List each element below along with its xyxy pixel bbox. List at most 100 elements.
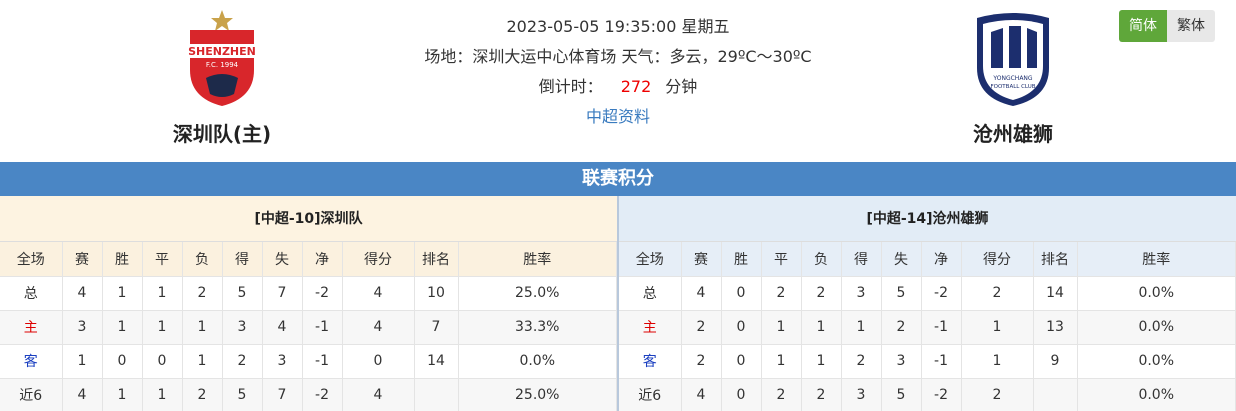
table-cell: 2: [182, 378, 223, 411]
table-cell: 3: [841, 378, 882, 411]
table-cell: 2: [222, 344, 263, 379]
table-cell: 4: [62, 378, 103, 411]
league-standings-title: 联赛积分: [0, 162, 1236, 196]
table-cell: 10: [414, 276, 459, 311]
match-datetime: 2023-05-05 19:35:00 星期五: [506, 17, 730, 36]
table-row: 主 3 1 1 1 3 4 -1 4 7 33.3%: [0, 310, 617, 345]
column-header: 赛: [62, 242, 103, 277]
table-cell: -1: [302, 344, 343, 379]
cangzhou-team-logo[interactable]: YONGCHANG FOOTBALL CLUB: [963, 8, 1063, 108]
home-standings-table: 全场赛胜平负得失净得分 排名 胜率 总 4 1 1 2 5 7 -2 4 10 25.0% 主 3 1 1 1 3 4…: [0, 242, 617, 411]
column-header: 净: [302, 242, 343, 277]
home-team[interactable]: SHENZHEN F.C. 1994 深圳队(主): [122, 8, 322, 147]
traditional-chinese-button[interactable]: 繁体: [1167, 10, 1215, 42]
match-info: 2023-05-05 19:35:00 星期五 场地：深圳大运中心体育场 天气：…: [368, 12, 868, 132]
table-cell: 1: [761, 344, 802, 379]
table-cell: 33.3%: [458, 310, 617, 345]
table-cell: 4: [342, 378, 415, 411]
table-cell: 25.0%: [458, 276, 617, 311]
table-cell: 9: [1033, 344, 1078, 379]
table-row: 客 1 0 0 1 2 3 -1 0 14 0.0%: [0, 344, 617, 379]
simplified-chinese-button[interactable]: 简体: [1119, 10, 1167, 42]
table-cell: 1: [841, 310, 882, 345]
away-team-name[interactable]: 沧州雄狮: [913, 118, 1113, 147]
table-cell: -1: [921, 344, 962, 379]
table-cell: 5: [222, 378, 263, 411]
table-cell: 1: [961, 310, 1034, 345]
table-cell: -2: [921, 378, 962, 411]
table-cell: 4: [681, 378, 722, 411]
table-cell: 2: [761, 378, 802, 411]
table-cell: 0: [721, 310, 762, 345]
table-cell: 3: [841, 276, 882, 311]
row-label: 总: [619, 276, 682, 311]
home-team-name[interactable]: 深圳队(主): [122, 118, 322, 147]
table-cell: 5: [881, 378, 922, 411]
league-info-link[interactable]: 中超资料: [586, 107, 650, 126]
column-header: 负: [182, 242, 223, 277]
column-header: 胜: [102, 242, 143, 277]
column-header: 得: [222, 242, 263, 277]
table-cell: 1: [761, 310, 802, 345]
table-cell: 25.0%: [458, 378, 617, 411]
table-header-row: 全场赛胜平负得失净得分 排名 胜率: [0, 242, 617, 277]
table-cell: 4: [342, 276, 415, 311]
table-cell: 0: [342, 344, 415, 379]
shenzhen-team-logo[interactable]: SHENZHEN F.C. 1994: [172, 8, 272, 108]
table-cell: [414, 378, 459, 411]
table-cell: 0.0%: [1077, 310, 1236, 345]
column-header: 全场: [0, 242, 63, 277]
table-cell: 4: [62, 276, 103, 311]
table-cell: 1: [102, 378, 143, 411]
table-cell: 3: [222, 310, 263, 345]
table-cell: 0.0%: [1077, 378, 1236, 411]
table-row: 总 4 0 2 2 3 5 -2 2 14 0.0%: [619, 276, 1236, 311]
table-cell: 7: [414, 310, 459, 345]
countdown-value: 272: [620, 77, 652, 96]
table-cell: 1: [62, 344, 103, 379]
column-header: 平: [761, 242, 802, 277]
column-header: 赛: [681, 242, 722, 277]
table-cell: 1: [801, 310, 842, 345]
table-row: 主 2 0 1 1 1 2 -1 1 13 0.0%: [619, 310, 1236, 345]
row-label: 主: [0, 310, 63, 345]
table-cell: 3: [881, 344, 922, 379]
table-cell: 7: [262, 276, 303, 311]
table-cell: -1: [921, 310, 962, 345]
table-cell: 0: [721, 378, 762, 411]
svg-text:SHENZHEN: SHENZHEN: [188, 45, 256, 58]
svg-text:YONGCHANG: YONGCHANG: [992, 75, 1032, 82]
table-cell: 1: [801, 344, 842, 379]
table-cell: 2: [801, 378, 842, 411]
row-label: 客: [0, 344, 63, 379]
table-cell: 4: [342, 310, 415, 345]
table-cell: 1: [102, 310, 143, 345]
table-cell: 5: [881, 276, 922, 311]
table-cell: 2: [961, 276, 1034, 311]
svg-text:FOOTBALL CLUB: FOOTBALL CLUB: [990, 84, 1035, 90]
table-cell: 2: [681, 344, 722, 379]
column-header: 胜: [721, 242, 762, 277]
table-cell: 5: [222, 276, 263, 311]
column-header: 失: [881, 242, 922, 277]
table-cell: 0: [721, 276, 762, 311]
table-cell: 2: [881, 310, 922, 345]
table-cell: -1: [302, 310, 343, 345]
column-header: 净: [921, 242, 962, 277]
table-cell: 1: [182, 344, 223, 379]
table-cell: 1: [102, 276, 143, 311]
table-cell: 2: [961, 378, 1034, 411]
table-cell: [1033, 378, 1078, 411]
table-cell: -2: [921, 276, 962, 311]
column-header: 得分: [342, 242, 415, 277]
away-team[interactable]: YONGCHANG FOOTBALL CLUB 沧州雄狮: [913, 8, 1113, 147]
table-row: 近6 4 1 1 2 5 7 -2 4 25.0%: [0, 378, 617, 411]
table-cell: 13: [1033, 310, 1078, 345]
home-standings-panel: [中超-10]深圳队 全场赛胜平负得失净得分 排名 胜率 总 4 1 1 2 5 7 -2 4 10 2…: [0, 196, 617, 411]
table-cell: 2: [761, 276, 802, 311]
table-row: 客 2 0 1 1 2 3 -1 1 9 0.0%: [619, 344, 1236, 379]
table-cell: 4: [262, 310, 303, 345]
column-header: 排名: [1033, 242, 1078, 277]
home-standings-title: [中超-10]深圳队: [0, 196, 617, 242]
column-header: 胜率: [458, 242, 617, 277]
